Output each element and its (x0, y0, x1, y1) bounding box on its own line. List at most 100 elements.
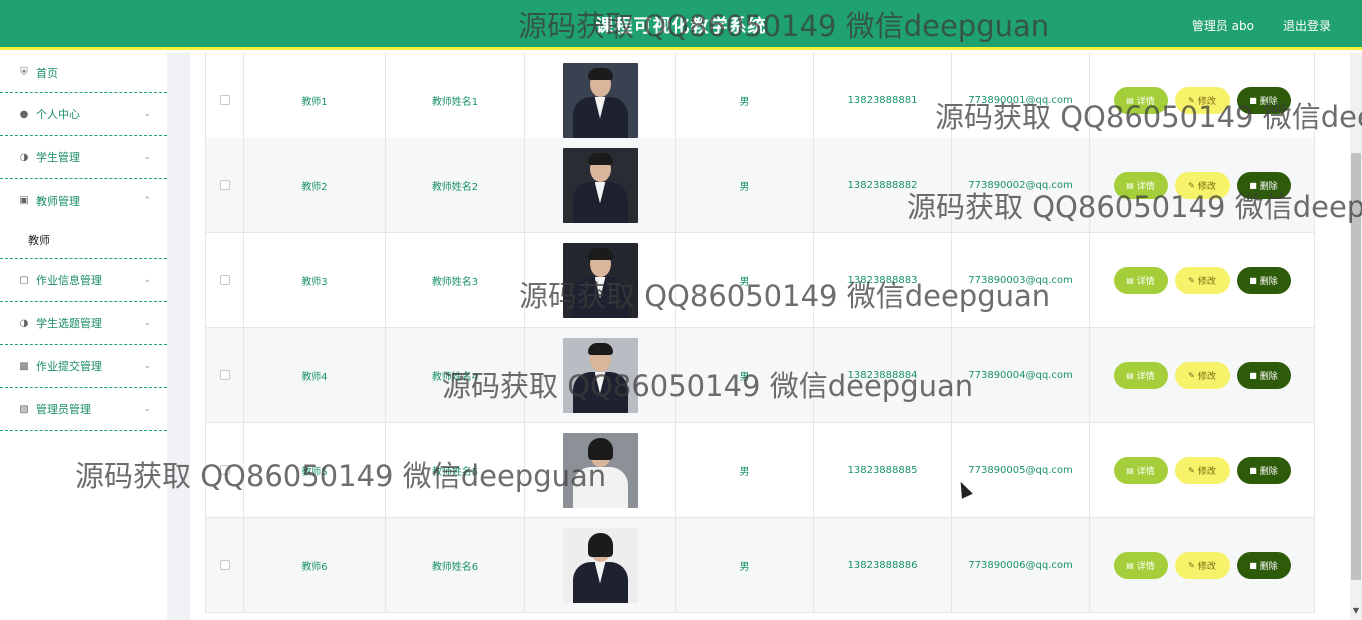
document-icon: ▤ (1126, 180, 1134, 190)
edit-button[interactable]: ✎ 修改 (1174, 551, 1230, 579)
table-row: 教师1 教师姓名1 男 13823888881 773890001@qq.com… (205, 53, 1315, 148)
trash-icon: ■ (1249, 370, 1257, 380)
edit-button[interactable]: ✎ 修改 (1174, 456, 1230, 484)
scrollbar-thumb[interactable] (1351, 153, 1361, 580)
phone-cell: 13823888882 (813, 138, 951, 232)
trash-icon: ■ (1249, 95, 1257, 105)
sidebar-subitem-teacher[interactable]: 教师 (0, 222, 167, 259)
phone-cell: 13823888886 (813, 518, 951, 612)
sidebar-item-topic-selection[interactable]: ◑ 学生选题管理 ⌄ (0, 302, 167, 345)
sidebar: ⛨ 首页 ● 个人中心 ⌄ ◑ 学生管理 ⌄ ▣ 教师管理 ⌃ 教师 ▢ 作业信… (0, 53, 167, 620)
pencil-icon: ✎ (1188, 95, 1195, 105)
pencil-icon: ✎ (1188, 465, 1195, 475)
admin-label: 管理员 abo (1191, 19, 1254, 33)
teacher-photo[interactable] (562, 527, 638, 603)
teacher-photo[interactable] (562, 337, 638, 413)
row-checkbox[interactable] (219, 180, 230, 190)
row-checkbox[interactable] (219, 465, 230, 475)
sidebar-item-homework-info[interactable]: ▢ 作业信息管理 ⌄ (0, 259, 167, 302)
teacher-photo[interactable] (562, 432, 638, 508)
delete-button[interactable]: ■ 删除 (1236, 86, 1291, 114)
trash-icon: ■ (1249, 465, 1257, 475)
document-icon: ▤ (1126, 465, 1134, 475)
pencil-icon: ✎ (1188, 275, 1195, 285)
gender-cell: 男 (675, 233, 813, 327)
gender-cell: 男 (675, 328, 813, 422)
name-cell: 教师姓名1 (385, 53, 524, 147)
scroll-down-icon[interactable]: ▼ (1351, 606, 1361, 618)
delete-button[interactable]: ■ 删除 (1236, 266, 1291, 294)
email-cell: 773890002@qq.com (951, 138, 1089, 232)
teacher-photo[interactable] (562, 242, 638, 318)
sidebar-item-students[interactable]: ◑ 学生管理 ⌄ (0, 136, 167, 179)
user-icon: ● (19, 108, 29, 120)
row-checkbox[interactable] (219, 370, 230, 380)
detail-button[interactable]: ▤ 详情 (1113, 266, 1168, 294)
edit-button[interactable]: ✎ 修改 (1174, 171, 1230, 199)
sidebar-item-teachers[interactable]: ▣ 教师管理 ⌃ (0, 179, 167, 222)
app-title: 课程可视化教学系统 (595, 16, 767, 37)
delete-button[interactable]: ■ 删除 (1236, 456, 1291, 484)
teacher-photo[interactable] (562, 147, 638, 223)
detail-button[interactable]: ▤ 详情 (1113, 171, 1168, 199)
compass-icon: ◑ (19, 317, 29, 329)
pencil-icon: ✎ (1188, 560, 1195, 570)
sidebar-item-home[interactable]: ⛨ 首页 (0, 53, 167, 93)
row-checkbox[interactable] (219, 275, 230, 285)
clipboard-icon: ▣ (19, 195, 29, 206)
name-cell: 教师姓名3 (385, 233, 524, 327)
detail-button[interactable]: ▤ 详情 (1113, 361, 1168, 389)
desktop-icon: ▩ (19, 360, 29, 372)
document-icon: ▤ (1126, 560, 1134, 570)
sidebar-item-admins[interactable]: ▧ 管理员管理 ⌄ (0, 388, 167, 431)
sidebar-item-label: 教师管理 (36, 194, 80, 208)
detail-button[interactable]: ▤ 详情 (1113, 456, 1168, 484)
teacher-table: 教师1 教师姓名1 男 13823888881 773890001@qq.com… (205, 53, 1315, 613)
sidebar-item-label: 首页 (36, 66, 58, 80)
row-checkbox[interactable] (219, 560, 230, 570)
logout-link[interactable]: 退出登录 (1283, 17, 1331, 34)
sidebar-item-label: 作业提交管理 (36, 360, 102, 373)
sidebar-item-profile[interactable]: ● 个人中心 ⌄ (0, 93, 167, 136)
document-icon: ▤ (1126, 275, 1134, 285)
name-cell: 教师姓名5 (385, 423, 524, 517)
sidebar-item-label: 学生选题管理 (36, 317, 102, 330)
chevron-down-icon: ⌄ (143, 152, 151, 162)
pencil-icon: ✎ (1188, 180, 1195, 190)
home-icon: ⛨ (20, 67, 28, 78)
gender-cell: 男 (675, 138, 813, 232)
account-cell: 教师6 (243, 518, 385, 612)
gender-cell: 男 (675, 518, 813, 612)
teacher-photo[interactable] (562, 62, 638, 138)
sidebar-item-label: 作业信息管理 (36, 274, 102, 287)
name-cell: 教师姓名2 (385, 138, 524, 232)
document-icon: ▤ (1126, 95, 1134, 105)
edit-button[interactable]: ✎ 修改 (1174, 86, 1230, 114)
delete-button[interactable]: ■ 删除 (1236, 171, 1291, 199)
row-checkbox[interactable] (219, 95, 230, 105)
trash-icon: ■ (1249, 275, 1257, 285)
detail-button[interactable]: ▤ 详情 (1113, 86, 1168, 114)
account-cell: 教师1 (243, 53, 385, 147)
edit-button[interactable]: ✎ 修改 (1174, 361, 1230, 389)
detail-button[interactable]: ▤ 详情 (1113, 551, 1168, 579)
pencil-icon: ✎ (1188, 370, 1195, 380)
table-row: 教师2 教师姓名2 男 13823888882 773890002@qq.com… (205, 138, 1315, 233)
phone-cell: 13823888884 (813, 328, 951, 422)
account-cell: 教师2 (243, 138, 385, 232)
delete-button[interactable]: ■ 删除 (1236, 551, 1291, 579)
phone-cell: 13823888885 (813, 423, 951, 517)
delete-button[interactable]: ■ 删除 (1236, 361, 1291, 389)
chevron-down-icon: ⌄ (143, 275, 151, 285)
phone-cell: 13823888883 (813, 233, 951, 327)
sidebar-subitem-label: 教师 (28, 234, 50, 247)
email-cell: 773890003@qq.com (951, 233, 1089, 327)
sidebar-item-label: 管理员管理 (36, 403, 91, 416)
sidebar-item-homework-submit[interactable]: ▩ 作业提交管理 ⌄ (0, 345, 167, 388)
edit-button[interactable]: ✎ 修改 (1174, 266, 1230, 294)
chevron-down-icon: ⌄ (143, 109, 151, 119)
email-cell: 773890006@qq.com (951, 518, 1089, 612)
phone-cell: 13823888881 (813, 53, 951, 147)
trash-icon: ■ (1249, 560, 1257, 570)
top-header: 课程可视化教学系统 管理员 abo 退出登录 (0, 0, 1362, 50)
